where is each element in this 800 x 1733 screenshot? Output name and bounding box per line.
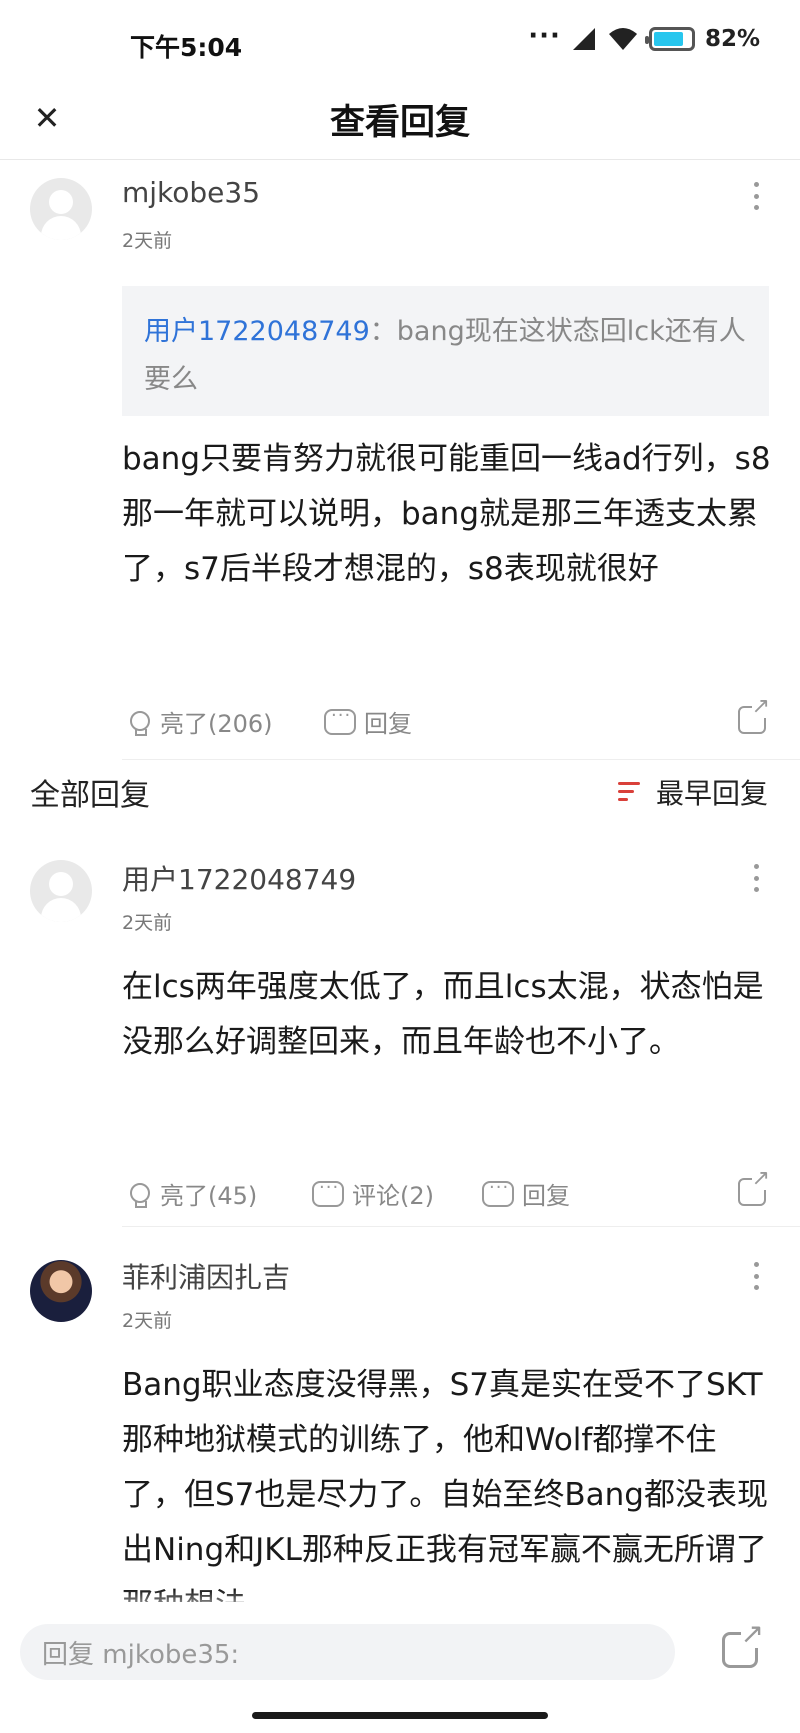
more-options-icon[interactable] bbox=[748, 1262, 764, 1290]
quoted-username[interactable]: 用户1722048749 bbox=[144, 316, 370, 347]
sort-icon bbox=[617, 781, 644, 803]
share-icon[interactable] bbox=[738, 696, 770, 734]
reply-actions: 亮了(45) 评论(2) 回复 bbox=[126, 1168, 770, 1216]
reply-bar: 回复 mjkobe35: bbox=[0, 1618, 800, 1698]
status-time: 下午5:04 bbox=[130, 33, 243, 62]
username[interactable]: mjkobe35 bbox=[122, 176, 260, 209]
reply-label: 回复 bbox=[522, 1182, 570, 1210]
reply-icon bbox=[324, 705, 356, 735]
status-bar: 下午5:04 ··· 82% bbox=[0, 0, 800, 90]
share-icon[interactable] bbox=[738, 1168, 770, 1206]
username[interactable]: 用户1722048749 bbox=[122, 858, 356, 898]
timestamp: 2天前 bbox=[122, 912, 173, 934]
lightbulb-icon bbox=[126, 1180, 152, 1208]
battery-icon bbox=[644, 27, 695, 51]
reply-button[interactable]: 回复 bbox=[482, 1176, 570, 1211]
battery-level bbox=[653, 32, 684, 46]
reply-content: Bang职业态度没得黑，S7真是实在受不了SKT那种地狱模式的训练了，他和Wol… bbox=[122, 1367, 768, 1602]
reply-input[interactable]: 回复 mjkobe35: bbox=[20, 1624, 675, 1680]
avatar[interactable] bbox=[30, 1260, 92, 1322]
reply-content: 在lcs两年强度太低了，而且lcs太混，状态怕是没那么好调整回来，而且年龄也不小… bbox=[122, 969, 764, 1060]
more-options-icon[interactable] bbox=[748, 864, 764, 892]
more-dots-icon: ··· bbox=[528, 21, 561, 51]
avatar[interactable] bbox=[30, 178, 92, 240]
status-icons: ··· 82% bbox=[528, 21, 760, 52]
share-icon[interactable] bbox=[722, 1620, 764, 1668]
content-fade bbox=[0, 1590, 800, 1618]
comment-content: bang只要肯努力就很可能重回一线ad行列，s8那一年就可以说明，bang就是那… bbox=[122, 441, 771, 587]
like-button[interactable]: 亮了(45) bbox=[126, 1176, 257, 1211]
reply-label: 回复 bbox=[364, 710, 412, 738]
sort-toggle[interactable]: 最早回复 bbox=[617, 772, 768, 812]
reply-icon bbox=[482, 1177, 514, 1207]
comment-count: 评论(2) bbox=[352, 1182, 434, 1210]
comment-icon bbox=[312, 1177, 344, 1207]
timestamp: 2天前 bbox=[122, 1310, 173, 1332]
sort-label: 最早回复 bbox=[655, 777, 768, 810]
timestamp: 2天前 bbox=[122, 230, 173, 252]
section-title: 全部回复 bbox=[30, 778, 150, 813]
like-button[interactable]: 亮了(206) bbox=[126, 704, 273, 739]
quoted-comment[interactable]: 用户1722048749：bang现在这状态回lck还有人要么 bbox=[122, 286, 769, 416]
page-title: 查看回复 bbox=[329, 103, 470, 143]
signal-icon bbox=[572, 28, 595, 50]
lightbulb-icon bbox=[126, 708, 152, 736]
page-header: ✕ 查看回复 bbox=[0, 90, 800, 160]
avatar[interactable] bbox=[30, 860, 92, 922]
comment-button[interactable]: 评论(2) bbox=[312, 1176, 434, 1211]
like-count: 亮了(45) bbox=[160, 1182, 258, 1210]
wifi-icon bbox=[608, 28, 637, 50]
more-options-icon[interactable] bbox=[748, 182, 764, 210]
divider bbox=[122, 1226, 800, 1227]
divider bbox=[122, 759, 800, 760]
comment-actions: 亮了(206) 回复 bbox=[126, 696, 770, 744]
replies-section-header: 全部回复 最早回复 bbox=[0, 770, 800, 820]
reply-button[interactable]: 回复 bbox=[324, 704, 412, 739]
like-count: 亮了(206) bbox=[160, 710, 273, 738]
username[interactable]: 菲利浦因扎吉 bbox=[122, 1256, 290, 1296]
battery-percent: 82% bbox=[704, 26, 760, 52]
home-indicator[interactable] bbox=[252, 1712, 548, 1719]
